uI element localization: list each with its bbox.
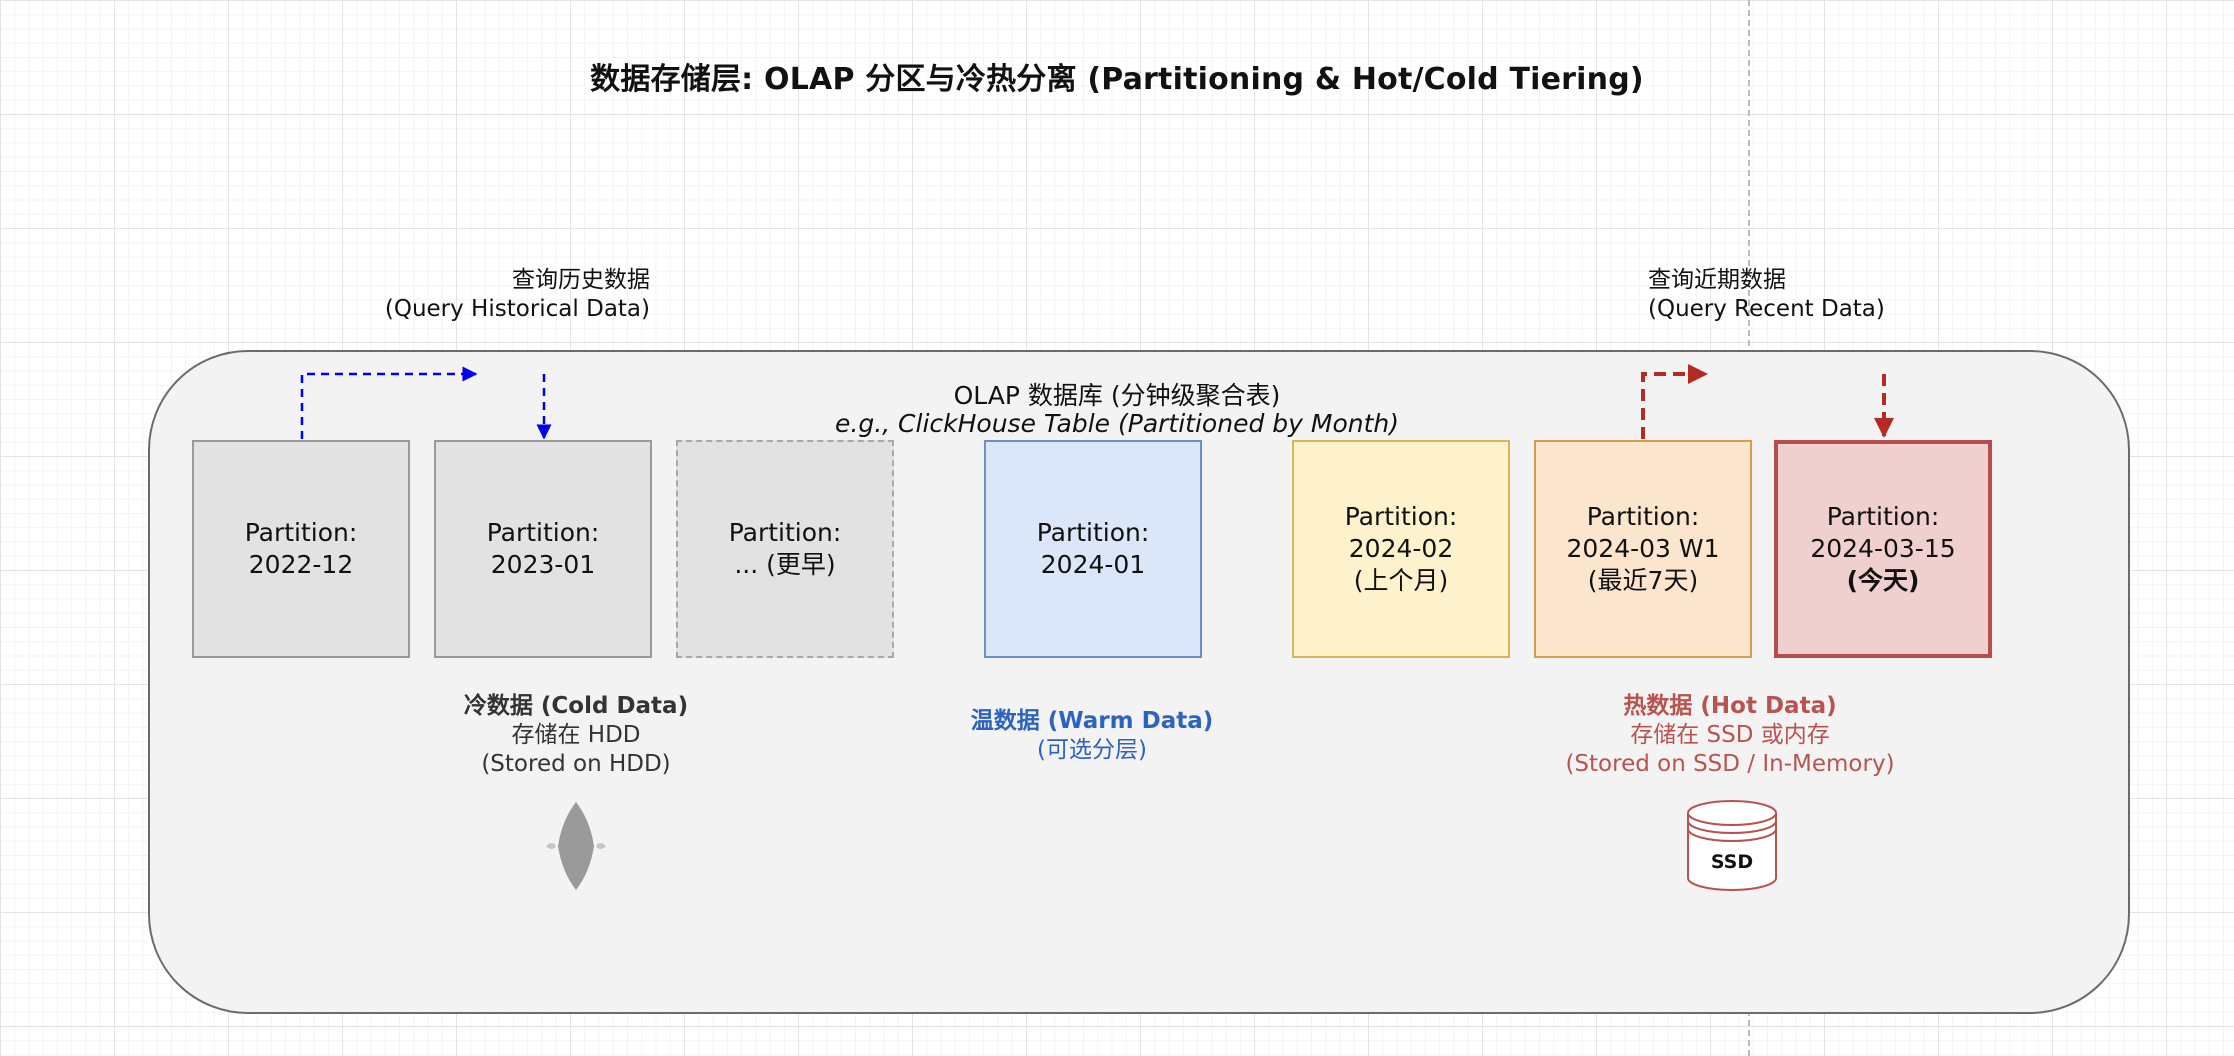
ssd-icon-label: SSD [1711, 851, 1753, 873]
recent-query-arrow-up [1641, 364, 1708, 439]
ssd-cylinder-icon: SSD [1687, 800, 1777, 891]
connectors-layer: SSD [300, 364, 1894, 891]
historical-query-arrow-up [300, 366, 478, 439]
hdd-disk-icon [546, 802, 606, 890]
